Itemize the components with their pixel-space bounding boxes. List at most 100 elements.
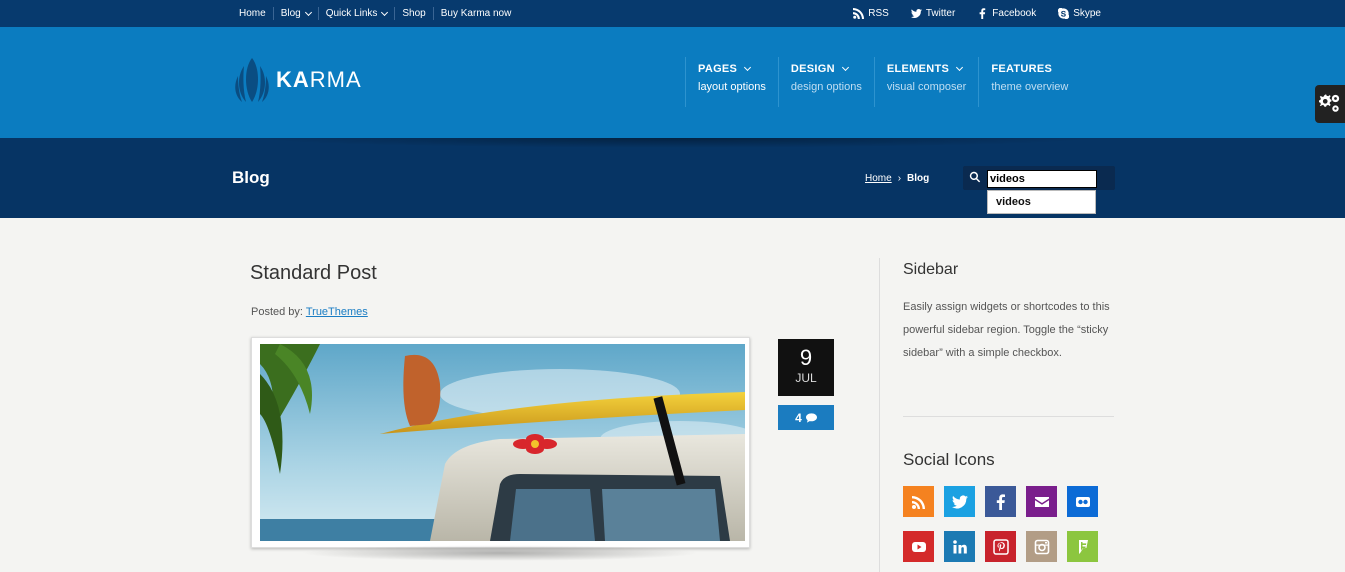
top-link-label: RSS (868, 8, 889, 19)
top-nav-label: Home (239, 8, 266, 19)
top-nav-label: Quick Links (325, 8, 378, 19)
top-nav-shop[interactable]: Shop (394, 7, 432, 20)
site-logo[interactable]: KARMA (234, 56, 362, 104)
breadcrumb-current: Blog (907, 173, 930, 184)
breadcrumb-home-link[interactable]: Home (865, 173, 892, 184)
linkedin-icon (952, 539, 967, 553)
main-nav-features[interactable]: FEATURES theme overview (978, 57, 1080, 107)
sidebar-title: Sidebar (903, 261, 959, 278)
top-link-label: Facebook (992, 8, 1037, 19)
facebook-icon (979, 8, 986, 19)
main-nav-subtitle: layout options (698, 81, 766, 93)
main-nav-subtitle: theme overview (991, 81, 1069, 93)
breadcrumb: Home › Blog (865, 173, 929, 184)
top-link-skype[interactable]: Skype (1058, 8, 1101, 19)
post-meta: Posted by: TrueThemes (251, 306, 368, 318)
social-email-button[interactable] (1026, 486, 1057, 517)
main-nav-title-text: FEATURES (991, 63, 1053, 75)
main-nav-title: FEATURES (991, 63, 1068, 75)
top-nav-label: Buy Karma now (440, 8, 512, 19)
site-header: KARMA PAGES layout options DESIGN design… (0, 27, 1345, 138)
top-nav-quick-links[interactable]: Quick Links (317, 7, 395, 20)
comments-count-button[interactable]: 4 (778, 405, 834, 430)
social-youtube-button[interactable] (903, 531, 934, 562)
post-date-badge: 9 JUL (778, 339, 834, 396)
top-link-facebook[interactable]: Facebook (977, 8, 1036, 19)
facebook-icon (996, 493, 1005, 510)
chevron-down-icon (381, 8, 389, 16)
chevron-down-icon (956, 63, 964, 72)
main-nav-title: DESIGN (791, 63, 862, 75)
search-input[interactable] (987, 170, 1097, 188)
surfboard-van-image (260, 344, 745, 541)
social-icons-grid (903, 486, 1113, 562)
social-instagram-button[interactable] (1026, 531, 1057, 562)
content-sidebar-divider (879, 258, 880, 572)
post-title[interactable]: Standard Post (250, 262, 377, 285)
main-nav-subtitle: visual composer (886, 81, 967, 93)
email-icon (1034, 496, 1049, 507)
author-link[interactable]: TrueThemes (306, 306, 368, 318)
main-nav: PAGES layout options DESIGN design optio… (685, 57, 1080, 107)
top-social-links: RSS Twitter Facebook Skype (853, 0, 1101, 27)
post-featured-image[interactable] (260, 344, 745, 541)
comments-count: 4 (795, 410, 802, 425)
twitter-icon (910, 9, 922, 18)
twitter-icon (951, 494, 968, 508)
youtube-icon (911, 541, 926, 552)
sidebar-divider (903, 416, 1114, 417)
top-nav-blog[interactable]: Blog (272, 7, 318, 20)
search-icon[interactable] (969, 171, 981, 183)
skype-icon (1058, 8, 1070, 19)
pinterest-icon (992, 538, 1009, 555)
top-nav-buy-karma[interactable]: Buy Karma now (432, 7, 519, 20)
social-facebook-button[interactable] (985, 486, 1016, 517)
search-suggestion-item[interactable]: videos (987, 190, 1096, 214)
social-rss-button[interactable] (903, 486, 934, 517)
main-nav-title: PAGES (698, 63, 766, 75)
top-bar: Home Blog Quick Links Shop Buy Karma now… (0, 0, 1345, 27)
foursquare-icon (1078, 539, 1088, 554)
top-nav-label: Shop (402, 8, 426, 19)
top-nav-home[interactable]: Home (232, 7, 273, 20)
top-link-twitter[interactable]: Twitter (910, 8, 956, 19)
social-flickr-button[interactable] (1067, 486, 1098, 517)
chevron-down-icon (304, 8, 312, 16)
gears-icon (1319, 94, 1340, 112)
post-image-frame[interactable] (251, 337, 750, 548)
main-nav-title-text: ELEMENTS (886, 63, 950, 75)
post-date-day: 9 (799, 345, 813, 370)
post-date-month: JUL (795, 371, 817, 385)
logo-text-bold: KA (276, 67, 310, 92)
social-linkedin-button[interactable] (944, 531, 975, 562)
main-nav-title-text: PAGES (698, 63, 738, 75)
page-title: Blog (232, 168, 270, 187)
top-nav-label: Blog (280, 8, 301, 19)
comment-bubble-icon (805, 412, 817, 423)
main-nav-pages[interactable]: PAGES layout options (685, 57, 778, 107)
social-foursquare-button[interactable] (1067, 531, 1098, 562)
main-nav-subtitle: design options (790, 81, 862, 93)
top-link-label: Twitter (925, 8, 956, 19)
band-shadow (250, 138, 1100, 148)
top-link-rss[interactable]: RSS (853, 8, 889, 19)
chevron-down-icon (841, 63, 849, 72)
main-nav-title: ELEMENTS (887, 63, 966, 75)
sidebar-text: Easily assign widgets or shortcodes to t… (903, 301, 1110, 359)
flickr-icon (1075, 496, 1090, 507)
top-link-label: Skype (1073, 8, 1101, 19)
image-shadow (300, 545, 700, 561)
main-nav-title-text: DESIGN (790, 63, 835, 75)
karma-logo-icon (235, 58, 269, 102)
main-nav-design[interactable]: DESIGN design options (777, 57, 874, 107)
social-twitter-button[interactable] (944, 486, 975, 517)
logo-text-rest: RMA (309, 67, 362, 92)
style-switcher-toggle[interactable] (1315, 85, 1345, 123)
social-icons-title: Social Icons (903, 450, 995, 469)
breadcrumb-separator-icon: › (897, 173, 902, 184)
social-pinterest-button[interactable] (985, 531, 1016, 562)
page-title-band: Blog Home › Blog (0, 138, 1345, 218)
main-nav-elements[interactable]: ELEMENTS visual composer (873, 57, 978, 107)
top-nav: Home Blog Quick Links Shop Buy Karma now (232, 0, 518, 27)
instagram-icon (1034, 539, 1049, 554)
